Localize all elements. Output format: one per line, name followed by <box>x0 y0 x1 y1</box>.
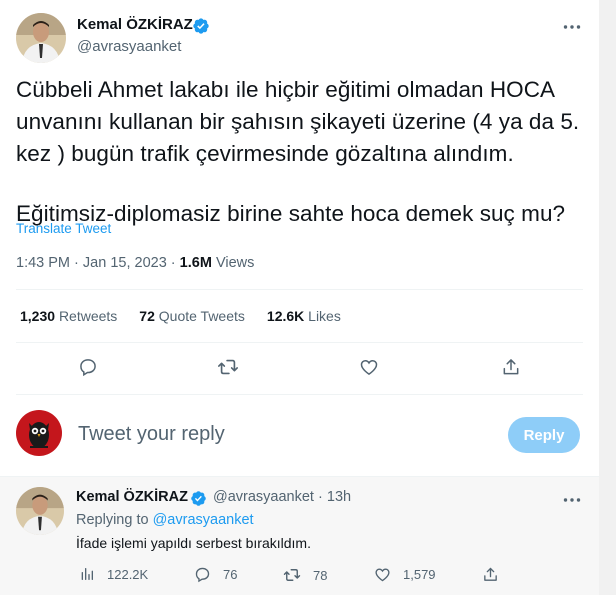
reply-age[interactable]: 13h <box>327 489 351 505</box>
reply-button[interactable]: Reply <box>508 417 580 453</box>
verified-badge-icon <box>192 17 210 40</box>
reply-text: İfade işlemi yapıldı serbest bırakıldım. <box>76 535 311 551</box>
verified-badge-icon <box>190 490 207 512</box>
reply-icon[interactable] <box>77 356 99 378</box>
tweet-date[interactable]: Jan 15, 2023 <box>83 255 167 271</box>
retweet-icon[interactable] <box>217 356 239 378</box>
meta-separator: · <box>74 255 79 271</box>
more-options-icon[interactable] <box>562 490 582 510</box>
views-label: Views <box>215 255 255 271</box>
more-options-icon[interactable] <box>562 17 582 37</box>
reply-retweets[interactable]: 78 <box>283 566 327 584</box>
divider <box>16 342 583 343</box>
author-name[interactable]: Kemal ÖZKİRAZ <box>77 16 193 33</box>
reply-meta: @avrasyaanket · 13h <box>213 489 352 505</box>
tweet-time[interactable]: 1:43 PM <box>16 255 70 271</box>
current-user-avatar[interactable] <box>16 410 62 456</box>
tweet-text: Cübbeli Ahmet lakabı ile hiçbir eğitimi … <box>16 74 586 230</box>
translate-tweet-link[interactable]: Translate Tweet <box>16 221 111 236</box>
meta-separator: · <box>170 255 176 271</box>
author-avatar[interactable] <box>16 13 66 63</box>
tweet-text-line: Cübbeli Ahmet lakabı ile hiçbir eğitimi … <box>16 77 556 102</box>
likes-stat[interactable]: 12.6K Likes <box>267 308 341 324</box>
author-handle[interactable]: @avrasyaanket <box>77 38 181 55</box>
divider <box>16 289 583 290</box>
replying-to-handle[interactable]: @avrasyaanket <box>153 512 254 528</box>
retweets-stat[interactable]: 1,230 Retweets <box>20 308 117 324</box>
reply-input[interactable]: Tweet your reply <box>78 423 225 446</box>
like-icon[interactable] <box>358 356 380 378</box>
reply-author-name[interactable]: Kemal ÖZKİRAZ <box>76 489 188 505</box>
tweet-text-line: kez ) bugün trafik çevirmesinde gözaltın… <box>16 141 514 166</box>
quote-tweets-stat[interactable]: 72 Quote Tweets <box>139 308 245 324</box>
reply-replies[interactable]: 76 <box>194 566 237 583</box>
share-icon[interactable] <box>500 356 522 378</box>
reply-tweet[interactable]: Kemal ÖZKİRAZ @avrasyaanket · 13h Replyi… <box>0 477 599 595</box>
tweet-detail-page: Kemal ÖZKİRAZ @avrasyaanket Cübbeli Ahme… <box>0 0 599 595</box>
replying-to: Replying to @avrasyaanket <box>76 512 254 528</box>
scrollbar[interactable] <box>599 0 616 595</box>
reply-author-avatar[interactable] <box>16 487 64 535</box>
reply-share-icon[interactable] <box>482 566 499 583</box>
views-count: 1.6M <box>179 255 212 271</box>
engagement-stats: 1,230 Retweets 72 Quote Tweets 12.6K Lik… <box>20 308 363 324</box>
reply-likes[interactable]: 1,579 <box>374 566 436 583</box>
reply-views[interactable]: 122.2K <box>79 566 148 582</box>
divider <box>16 394 583 395</box>
tweet-text-line: unvanını kullanan bir şahısın şikayeti ü… <box>16 109 580 134</box>
tweet-meta: 1:43 PM · Jan 15, 2023 · 1.6M Views <box>16 255 254 271</box>
reply-header: Kemal ÖZKİRAZ <box>76 489 188 505</box>
reply-author-handle[interactable]: @avrasyaanket <box>213 489 314 505</box>
